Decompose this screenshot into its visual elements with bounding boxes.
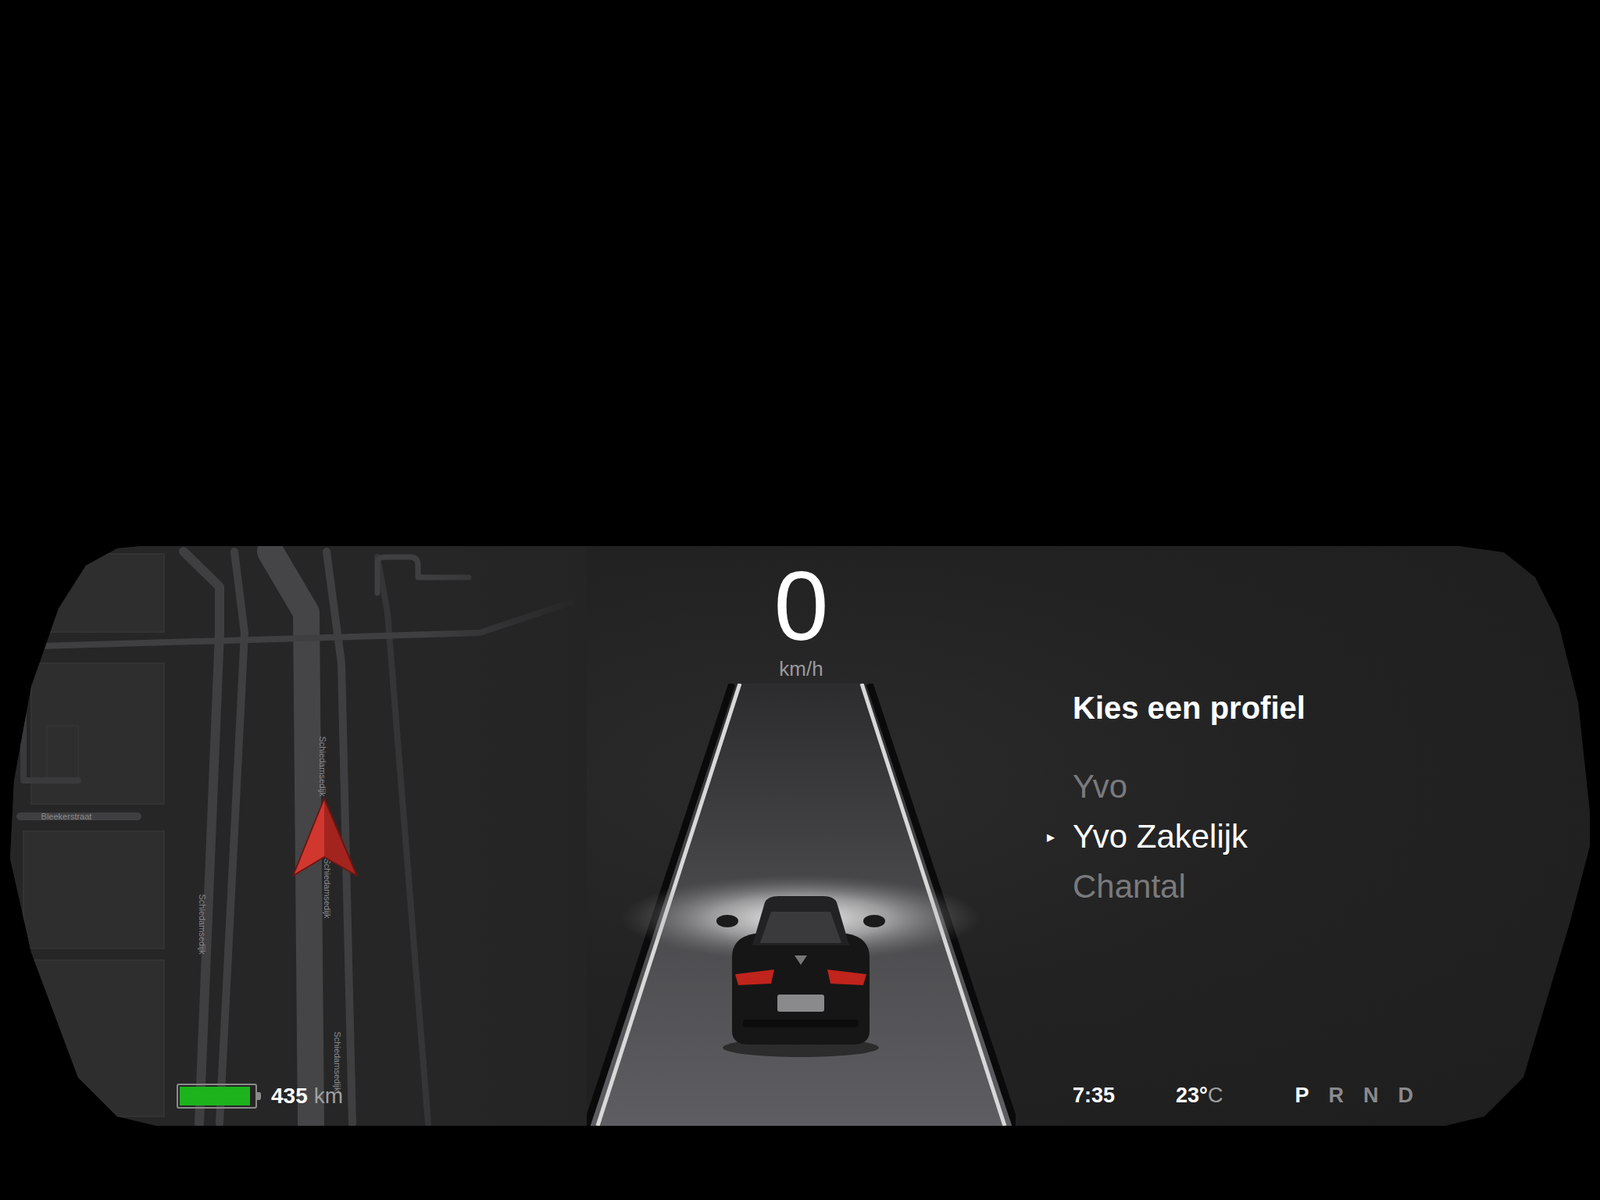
profile-panel: Kies een profiel Yvo▸Yvo ZakelijkChantal 7… (1015, 546, 1600, 1126)
gear-indicator: N (1363, 1083, 1379, 1108)
gear-indicator: D (1397, 1083, 1414, 1108)
outside-temperature: 23°C (1175, 1083, 1223, 1108)
screen: Schiedamsedijk Schiedamsedijk Schiedamsedi… (0, 0, 1600, 1200)
range-value: 435 (271, 1083, 308, 1109)
navigation-arrow-icon (292, 798, 358, 876)
profile-list: Yvo▸Yvo ZakelijkChantal (1046, 761, 1600, 912)
speed-value: 0 (773, 557, 829, 656)
profile-item[interactable]: Yvo (1046, 761, 1600, 812)
selection-marker: ▸ (1046, 827, 1073, 847)
map-label: Schiedamsedijk (197, 893, 208, 955)
map-label: Schiedamsedijk (332, 1031, 343, 1093)
map-label: Schiedamsedijk (322, 857, 333, 919)
road-view (586, 683, 1016, 1126)
gear-indicator: R (1328, 1083, 1344, 1108)
map[interactable]: Schiedamsedijk Schiedamsedijk Schiedamsedi… (0, 546, 587, 1126)
profile-item[interactable]: ▸Yvo Zakelijk (1046, 811, 1600, 862)
battery-icon (176, 1083, 258, 1109)
range-unit: km (314, 1083, 343, 1109)
gear-indicator: P (1294, 1083, 1309, 1108)
map-label: Schiedamsedijk (317, 735, 328, 797)
speedometer: 0km/h (773, 546, 829, 684)
profile-menu-title: Kies een profiel (1046, 689, 1600, 727)
drive-view: 0km/h (586, 546, 1016, 1126)
clock: 7:35 (1072, 1083, 1115, 1108)
battery-status: 435km (0, 1083, 587, 1109)
speed-unit: km/h (778, 657, 823, 682)
car-icon (716, 896, 886, 1058)
map-label: Bleekerstraat (41, 811, 93, 822)
instrument-cluster: Schiedamsedijk Schiedamsedijk Schiedamsedi… (0, 546, 1600, 1126)
gear-selector: PRND (1294, 1083, 1414, 1108)
profile-item[interactable]: Chantal (1046, 861, 1600, 912)
status-bar: 7:35 23°C PRND (1046, 1082, 1600, 1109)
map-panel: Schiedamsedijk Schiedamsedijk Schiedamsedi… (0, 546, 587, 1126)
